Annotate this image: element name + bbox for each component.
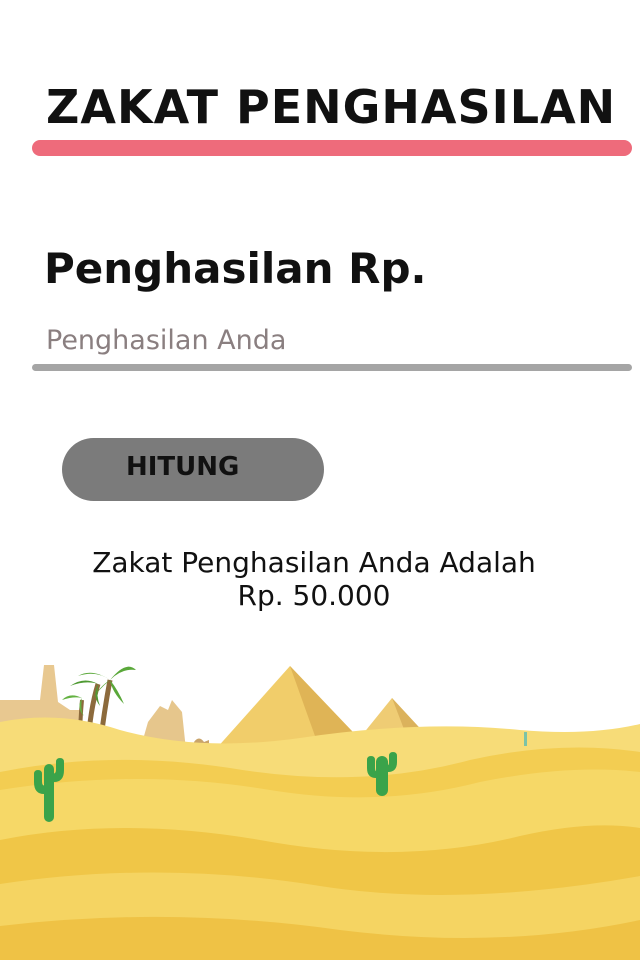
marker-pole: [524, 732, 527, 746]
result-text: Zakat Penghasilan Anda Adalah Rp. 50.000: [0, 546, 628, 612]
page-title: ZAKAT PENGHASILAN: [46, 80, 617, 134]
desert-illustration: [0, 665, 640, 960]
income-input[interactable]: [46, 318, 616, 362]
result-amount: Rp. 50.000: [237, 579, 391, 612]
income-input-underline: [32, 364, 632, 371]
calculate-button[interactable]: HITUNG: [62, 438, 324, 501]
calculate-button-label: HITUNG: [126, 452, 240, 482]
result-line-1: Zakat Penghasilan Anda Adalah: [92, 546, 536, 579]
title-underline: [32, 140, 632, 156]
income-label: Penghasilan Rp.: [44, 244, 427, 293]
